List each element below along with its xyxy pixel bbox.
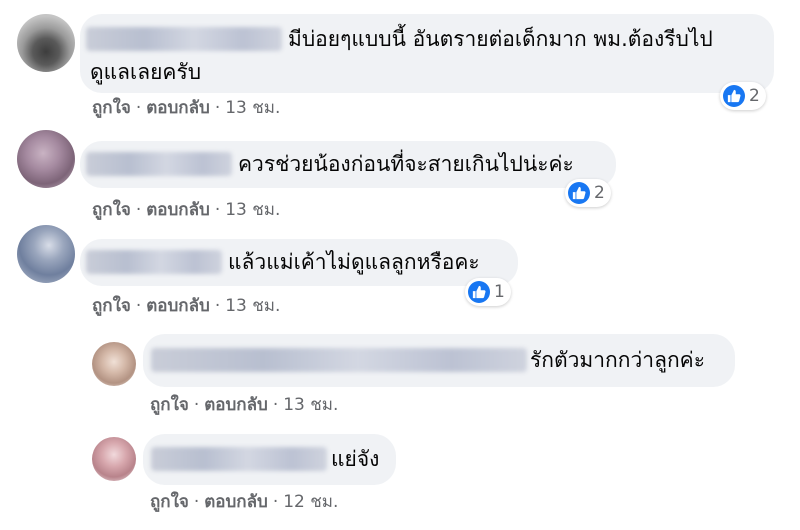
separator-dot: · [272, 492, 279, 512]
reply-link[interactable]: ตอบกลับ [204, 488, 268, 515]
like-link[interactable]: ถูกใจ [150, 488, 189, 515]
avatar[interactable] [92, 437, 136, 481]
comment-text: แย่จัง [331, 447, 380, 471]
comment-bubble: แย่จัง [143, 434, 396, 485]
commenter-name[interactable] [151, 447, 327, 471]
reply-comment: แย่จัง ถูกใจ · ตอบกลับ · 12 ชม. [0, 0, 800, 520]
comment-actions: ถูกใจ · ตอบกลับ · 12 ชม. [150, 488, 338, 515]
timestamp[interactable]: 12 ชม. [283, 488, 338, 515]
separator-dot: · [193, 492, 200, 512]
